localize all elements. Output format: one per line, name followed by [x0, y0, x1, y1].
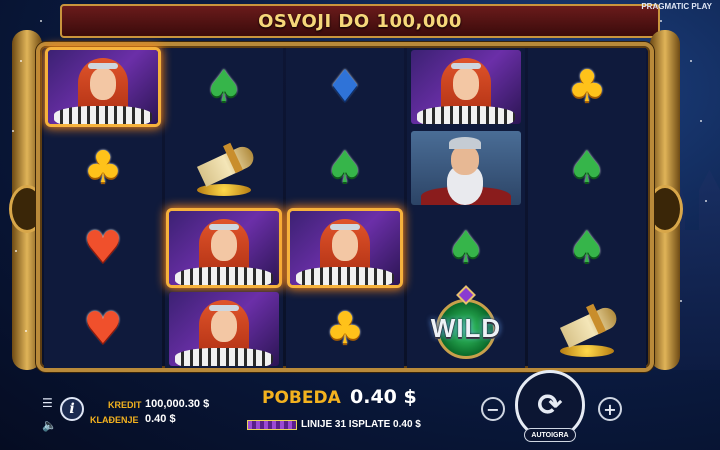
star	[680, 300, 682, 302]
reel-cell: ♠	[528, 209, 646, 288]
kredit-label: KREDIT	[108, 400, 142, 410]
spade-symbol-icon: ♠	[446, 222, 486, 274]
club-symbol-icon: ♣	[567, 61, 607, 113]
reel-cell: ♣	[286, 290, 404, 369]
hamburger-menu-icon[interactable]: ☰	[42, 396, 53, 410]
winning-symbols-strip	[247, 419, 297, 430]
wild-symbol-icon: WILD	[411, 284, 521, 366]
reel-cell: ♠	[286, 129, 404, 208]
horn-symbol-icon	[189, 138, 259, 198]
pobeda-value: 0.40 $	[350, 386, 417, 408]
lines-payout-text: LINIJE 31 ISPLATE 0.40 $	[301, 419, 421, 430]
spin-arrows-icon: ⟳	[537, 387, 563, 423]
club-symbol-icon: ♣	[83, 141, 123, 193]
horn-symbol-icon	[552, 299, 622, 359]
spade-symbol-icon: ♠	[325, 141, 365, 193]
star	[12, 130, 14, 132]
spade-symbol-icon: ♠	[204, 61, 244, 113]
banner-text: OSVOJI DO 100,000	[258, 10, 462, 32]
win-banner: OSVOJI DO 100,000	[60, 4, 660, 38]
queen-symbol-icon	[169, 211, 279, 286]
star	[25, 330, 27, 332]
club-symbol-icon: ♣	[325, 302, 365, 354]
reel-cell	[165, 290, 283, 369]
reel-cell	[44, 48, 162, 127]
reel-cell: ♦	[286, 48, 404, 127]
reel-3: ♦ ♠ ♣	[286, 48, 404, 368]
queen-symbol-icon	[48, 50, 158, 125]
heart-symbol-icon: ♥	[83, 302, 123, 354]
reel-2: ♠	[165, 48, 283, 368]
reel-1: ♣ ♥ ♥	[44, 48, 162, 368]
wild-label: WILD	[430, 313, 502, 344]
reel-cell: ♣	[44, 129, 162, 208]
bottom-hud: ☰ 🔈 i KREDIT 100,000.30 $ KLAĐENJE 0.40 …	[0, 370, 720, 450]
reel-cell	[286, 209, 404, 288]
queen-symbol-icon	[169, 291, 279, 366]
reel-grid: ♣ ♥ ♥ ♠ ♦ ♠ ♣ ♠ WILD ♣ ♠ ♠	[44, 48, 646, 368]
speaker-icon[interactable]: 🔈	[42, 418, 57, 432]
diamond-symbol-icon: ♦	[325, 61, 365, 113]
star	[660, 20, 662, 22]
reel-cell	[165, 129, 283, 208]
decrease-bet-button[interactable]: −	[481, 397, 505, 421]
reel-cell: ♠	[165, 48, 283, 127]
reel-cell	[407, 48, 525, 127]
reel-cell: ♥	[44, 209, 162, 288]
spade-symbol-icon: ♠	[567, 222, 607, 274]
star	[700, 120, 702, 122]
winning-lines-row: LINIJE 31 ISPLATE 0.40 $	[247, 419, 421, 430]
reel-cell: ♠	[528, 129, 646, 208]
queen-symbol-icon	[411, 50, 521, 125]
pobeda-label: POBEDA	[262, 388, 341, 408]
reel-5: ♣ ♠ ♠	[528, 48, 646, 368]
star	[20, 60, 22, 62]
autoplay-button[interactable]: AUTOIGRA	[524, 428, 576, 442]
star	[15, 250, 17, 252]
info-icon[interactable]: i	[60, 397, 84, 421]
spade-symbol-icon: ♠	[567, 141, 607, 193]
reel-cell: ♣	[528, 48, 646, 127]
queen-symbol-icon	[290, 211, 400, 286]
increase-bet-button[interactable]: +	[598, 397, 622, 421]
king-symbol-icon	[411, 130, 521, 205]
reel-cell: WILD	[407, 284, 525, 369]
kredit-value: 100,000.30 $	[145, 398, 210, 410]
brand-logo: PRAGMATIC PLAY	[641, 2, 712, 11]
reel-cell: ♥	[44, 290, 162, 369]
reel-cell	[528, 290, 646, 369]
heart-symbol-icon: ♥	[83, 222, 123, 274]
reel-4: ♠ WILD	[407, 48, 525, 368]
reel-cell	[165, 209, 283, 288]
star	[40, 20, 42, 22]
kladjenje-label: KLAĐENJE	[90, 415, 139, 425]
kladjenje-value: 0.40 $	[145, 413, 176, 425]
reel-cell: ♠	[407, 209, 525, 288]
reel-cell	[407, 129, 525, 208]
star	[690, 60, 692, 62]
star	[705, 200, 707, 202]
